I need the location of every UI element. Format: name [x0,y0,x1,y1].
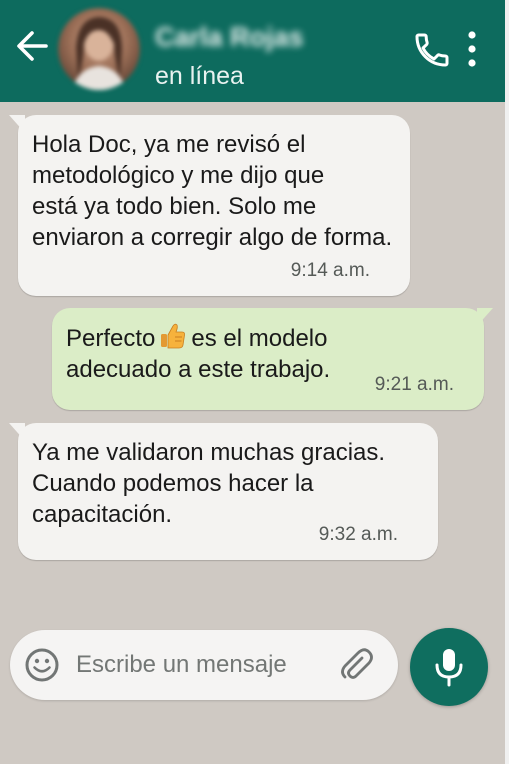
screen-edge [505,0,509,764]
message-input[interactable] [76,647,328,683]
message-time: 9:14 a.m. [290,260,370,281]
message-text-part: Perfecto [66,325,156,352]
phone-icon[interactable] [412,30,452,70]
message-bubble-incoming[interactable]: Hola Doc, ya me revisó el metodológico y… [9,115,410,296]
bubble-tail [9,423,25,441]
back-arrow-icon[interactable] [14,26,50,66]
message-time: 9:21 a.m. [374,374,454,395]
message-text: Perfecto es el modelo adecuado a este tr… [66,322,330,385]
bubble-tail [9,115,25,133]
avatar[interactable] [58,8,140,90]
bubble-tail [477,308,493,326]
emoji-icon[interactable] [24,647,60,683]
message-text: Ya me validaron muchas gracias. Cuando p… [32,439,386,528]
message-text: Hola Doc, ya me revisó el metodológico y… [32,131,393,251]
contact-name[interactable]: Carla Rojas [155,22,304,53]
message-time: 9:32 a.m. [318,524,398,545]
contact-status: en línea [155,62,244,90]
message-composer [10,630,398,700]
thumbs-up-icon [159,322,187,350]
message-bubble-incoming[interactable]: Ya me validaron muchas gracias. Cuando p… [9,423,438,560]
more-vertical-icon[interactable] [464,28,480,70]
microphone-icon[interactable] [410,628,488,706]
chat-screen: Carla Rojas en línea Hola Doc, ya me rev… [0,0,505,764]
paperclip-icon[interactable] [336,645,376,685]
chat-header: Carla Rojas en línea [0,0,505,102]
message-bubble-outgoing[interactable]: Perfecto es el modelo adecuado a este tr… [52,308,493,410]
